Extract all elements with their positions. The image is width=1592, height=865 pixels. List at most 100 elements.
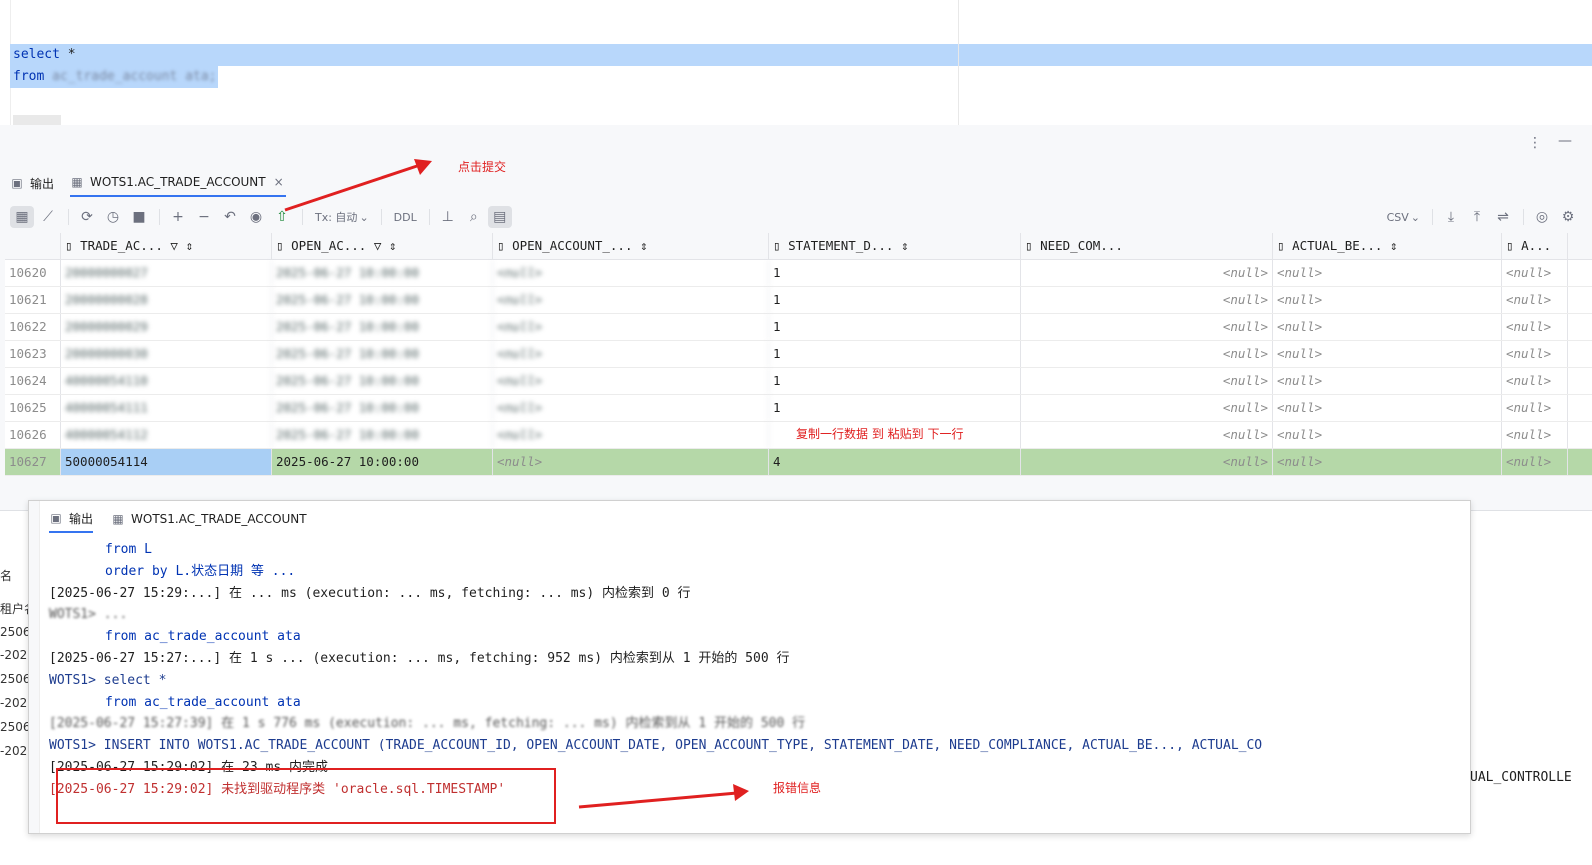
delete-row-icon[interactable]: − [192, 206, 216, 228]
upload-icon[interactable]: ⤒ [1465, 206, 1489, 228]
download-icon[interactable]: ⤓ [1439, 206, 1463, 228]
table-cell[interactable]: 1 [769, 368, 1021, 394]
add-row-icon[interactable]: + [166, 206, 190, 228]
table-cell[interactable]: <null> [1502, 260, 1568, 286]
table-cell[interactable]: 4 [769, 449, 1021, 475]
table-cell[interactable]: 20000000030 [61, 341, 272, 367]
table-cell[interactable]: 50000054114 [61, 449, 272, 475]
table-cell[interactable]: <null> [1273, 422, 1502, 448]
column-header[interactable]: ▯ STATEMENT_D... ⇕ [769, 233, 1021, 259]
tab-output[interactable]: ▣ 输出 [49, 505, 94, 533]
tab-output[interactable]: ▣ 输出 [10, 170, 54, 196]
eye-icon[interactable]: ◎ [1530, 206, 1554, 228]
search-icon[interactable]: ⌕ [462, 206, 486, 228]
tx-mode-dropdown[interactable]: Tx: 自动 [315, 209, 357, 225]
table-cell[interactable]: 20000000028 [61, 287, 272, 313]
table-cell[interactable]: <null> [493, 287, 769, 313]
table-cell[interactable]: 2025-06-27 10:00:00 [272, 287, 493, 313]
table-cell[interactable]: 2025-06-27 10:00:00 [272, 449, 493, 475]
table-cell[interactable]: 40000054111 [61, 395, 272, 421]
table-row[interactable]: 10622 20000000029 2025-06-27 10:00:00 <null… [5, 314, 1592, 341]
table-row[interactable]: 10623 20000000030 2025-06-27 10:00:00 <null… [5, 341, 1592, 368]
table-cell[interactable]: 2025-06-27 10:00:00 [272, 341, 493, 367]
code-line-2[interactable]: from ac_trade_account ata; [13, 69, 217, 84]
table-cell[interactable]: 20000000029 [61, 314, 272, 340]
table-cell[interactable]: <null> [493, 341, 769, 367]
minimize-icon[interactable]: — [1558, 133, 1572, 149]
console-lines[interactable]: from L order by L.状态日期 等 ... [2025-06-27 1… [49, 539, 1469, 801]
column-header[interactable]: ▯ ACTUAL_BE... ⇕ [1273, 233, 1502, 259]
code-line-1[interactable]: select * [13, 47, 76, 62]
gear-icon[interactable]: ⚙ [1556, 206, 1580, 228]
table-cell[interactable]: <null> [1502, 287, 1568, 313]
table-cell[interactable]: <null> [1502, 422, 1568, 448]
table-cell[interactable]: <null> [1273, 314, 1502, 340]
table-view-icon[interactable]: ▦ [10, 206, 34, 228]
table-cell[interactable]: 40000054110 [61, 368, 272, 394]
table-cell[interactable]: <null> [493, 314, 769, 340]
more-vert-icon[interactable]: ⋮ [1528, 135, 1542, 151]
sort-icon[interactable]: ⇕ [389, 238, 397, 253]
table-cell[interactable]: 1 [769, 341, 1021, 367]
table-cell[interactable]: 2025-06-27 10:00:00 [272, 260, 493, 286]
table-row[interactable]: 10620 20000000027 2025-06-27 10:00:00 <null… [5, 260, 1592, 287]
table-cell[interactable]: <null> [1273, 368, 1502, 394]
table-cell[interactable]: <null> [1021, 314, 1273, 340]
table-cell[interactable]: 1 [769, 314, 1021, 340]
column-header[interactable]: ▯ OPEN_ACCOUNT_... ⇕ [493, 233, 769, 259]
table-cell[interactable]: 20000000027 [61, 260, 272, 286]
table-cell[interactable]: 2025-06-27 10:00:00 [272, 314, 493, 340]
table-cell[interactable]: <null> [1502, 341, 1568, 367]
table-cell[interactable]: <null> [1021, 287, 1273, 313]
table-cell[interactable]: <null> [1021, 422, 1273, 448]
table-cell[interactable]: 1 [769, 260, 1021, 286]
table-cell[interactable]: <null> [493, 422, 769, 448]
revert-icon[interactable]: ↶ [218, 206, 242, 228]
table-cell[interactable]: <null> [1273, 287, 1502, 313]
table-cell[interactable]: <null> [1502, 395, 1568, 421]
tab-result-table[interactable]: ▦ WOTS1.AC_TRADE_ACCOUNT [111, 506, 306, 532]
table-cell[interactable]: <null> [493, 260, 769, 286]
filter-icon[interactable]: ▽ [170, 238, 178, 253]
table-cell[interactable]: <null> [1502, 368, 1568, 394]
table-cell[interactable]: <null> [1502, 449, 1568, 475]
column-header[interactable]: ▯ TRADE_AC... ▽ ⇕ [61, 233, 272, 259]
table-cell[interactable]: <null> [1021, 260, 1273, 286]
table-cell[interactable]: <null> [1021, 395, 1273, 421]
pin-icon[interactable]: ⊥ [436, 206, 460, 228]
chart-view-icon[interactable]: ⟋ [36, 206, 60, 228]
table-cell[interactable]: 2025-06-27 10:00:00 [272, 422, 493, 448]
export-format-dropdown[interactable]: CSV [1387, 211, 1409, 224]
table-cell[interactable]: 1 [769, 287, 1021, 313]
compare-icon[interactable]: ⇌ [1491, 206, 1515, 228]
sort-icon[interactable]: ⇕ [1390, 238, 1398, 253]
history-icon[interactable]: ◷ [101, 206, 125, 228]
sort-icon[interactable]: ⇕ [185, 238, 193, 253]
table-cell[interactable]: <null> [493, 395, 769, 421]
table-row[interactable]: 10624 40000054110 2025-06-27 10:00:00 <null… [5, 368, 1592, 395]
table-row[interactable]: 10625 40000054111 2025-06-27 10:00:00 <null… [5, 395, 1592, 422]
table-cell[interactable]: 1 [769, 395, 1021, 421]
column-header[interactable]: ▯ A... [1502, 233, 1568, 259]
table-cell[interactable]: 40000054112 [61, 422, 272, 448]
filter-view-icon[interactable]: ▤ [487, 206, 512, 228]
filter-icon[interactable]: ▽ [374, 238, 382, 253]
table-cell[interactable]: <null> [1021, 341, 1273, 367]
table-cell[interactable]: <null> [1273, 449, 1502, 475]
editor-splitter[interactable] [958, 0, 959, 125]
table-cell[interactable]: <null> [1273, 260, 1502, 286]
table-cell[interactable]: <null> [1273, 395, 1502, 421]
sql-editor[interactable]: select * from ac_trade_account ata; [0, 0, 1592, 126]
table-cell[interactable]: <null> [1273, 341, 1502, 367]
table-cell[interactable]: 2025-06-27 10:00:00 [272, 368, 493, 394]
sort-icon[interactable]: ⇕ [901, 238, 909, 253]
preview-changes-icon[interactable]: ◉ [244, 206, 268, 228]
table-row[interactable]: 10627 50000054114 2025-06-27 10:00:00 <null… [5, 449, 1592, 476]
refresh-icon[interactable]: ⟳ [75, 206, 99, 228]
stop-icon[interactable]: ■ [127, 206, 151, 228]
table-cell[interactable]: 2025-06-27 10:00:00 [272, 395, 493, 421]
table-cell[interactable]: <null> [493, 368, 769, 394]
submit-icon[interactable]: ⇧ [270, 206, 294, 228]
column-header[interactable]: ▯ NEED_COM... [1021, 233, 1273, 259]
ddl-button[interactable]: DDL [394, 211, 417, 224]
